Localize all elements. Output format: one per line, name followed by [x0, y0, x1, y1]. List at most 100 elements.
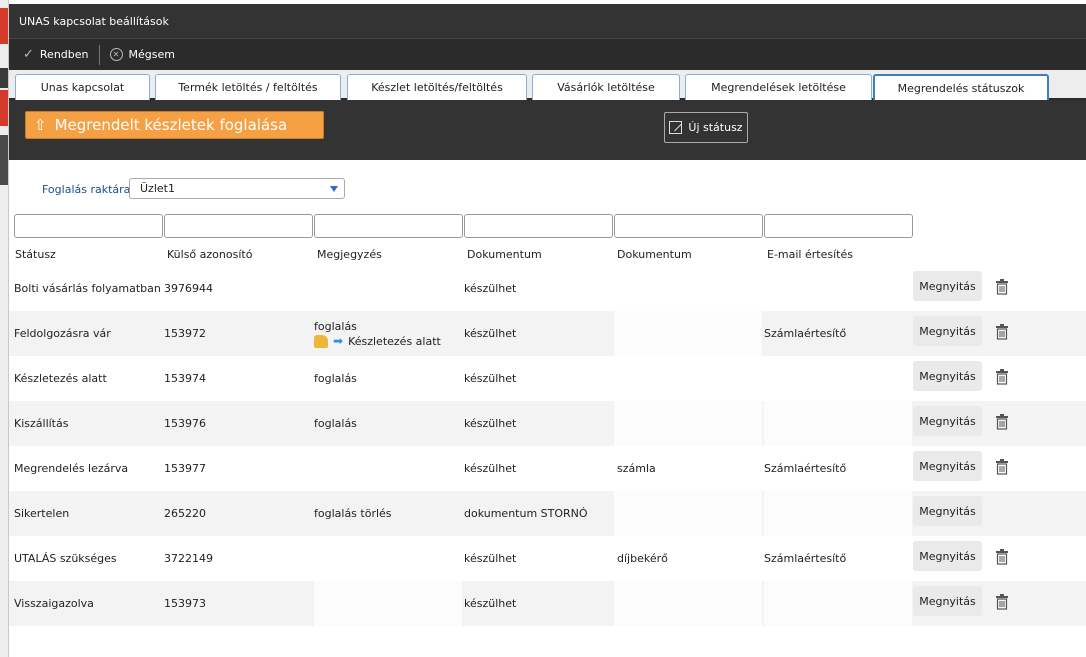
filter-input-external-id[interactable] [164, 214, 313, 238]
note-next-status-label: Készletezés alatt [348, 334, 441, 348]
cell-document: készülhet [464, 282, 517, 295]
cell-status: Kiszállítás [14, 417, 69, 430]
filter-input-email[interactable] [764, 214, 913, 238]
reserve-stock-button[interactable]: ⇧ Megrendelt készletek foglalása [25, 111, 324, 139]
upload-arrow-icon: ⇧ [34, 116, 47, 134]
filter-input-status[interactable] [14, 214, 163, 238]
trash-icon[interactable] [995, 414, 1009, 430]
table-row[interactable]: Sikertelen 265220 foglalás törlés dokume… [9, 491, 1086, 536]
table-row[interactable]: Bolti vásárlás folyamatban 3976944 készü… [9, 266, 1086, 311]
tab-termek[interactable]: Termék letöltés / feltöltés [155, 74, 341, 100]
tab-megrendeles-statuszok[interactable]: Megrendelés státuszok [873, 74, 1049, 100]
cancel-label: Mégsem [128, 48, 175, 61]
cell-document: készülhet [464, 372, 517, 385]
tab-megrendelesek[interactable]: Megrendelések letöltése [685, 74, 872, 100]
filter-input-document2[interactable] [614, 214, 763, 238]
header-document2[interactable]: Dokumentum [617, 248, 692, 261]
cell-external-id: 3976944 [164, 282, 213, 295]
check-icon: ✓ [23, 47, 34, 62]
hand-icon [314, 334, 328, 348]
cell-status: Sikertelen [14, 507, 70, 520]
cell-external-id: 265220 [164, 507, 206, 520]
trash-icon[interactable] [995, 324, 1009, 340]
cell-document: készülhet [464, 552, 517, 565]
cell-external-id: 3722149 [164, 552, 213, 565]
cell-email: Számlaértesítő [764, 552, 847, 565]
cell-note: foglalás [314, 372, 357, 385]
table-row[interactable]: Kiszállítás 153976 foglalás készülhet Me… [9, 401, 1086, 446]
window-title: UNAS kapcsolat beállítások [19, 14, 169, 28]
filter-row: Foglalás raktára: : Üzlet1 [9, 178, 1086, 202]
background-app-strip [0, 0, 9, 657]
cell-status: Megrendelés lezárva [14, 462, 129, 475]
cell-external-id: 153972 [164, 327, 206, 340]
new-status-button[interactable]: Új státusz [664, 112, 748, 143]
table-row[interactable]: Megrendelés lezárva 153977 készülhet szá… [9, 446, 1086, 491]
cell-status: Feldolgozásra vár [14, 327, 111, 340]
cell-status: UTALÁS szükséges [14, 552, 117, 565]
cell-note: foglalás ➡ Készletezés alatt [314, 311, 441, 356]
cell-note: foglalás [314, 417, 357, 430]
close-circle-icon: ✕ [109, 48, 123, 61]
dialog-window: UNAS kapcsolat beállítások ✓ Rendben ✕ M… [9, 4, 1086, 657]
table-row[interactable]: Készletezés alatt 153974 foglalás készül… [9, 356, 1086, 401]
open-button[interactable]: Megnyitás [913, 406, 982, 436]
open-button[interactable]: Megnyitás [913, 451, 982, 481]
table-row[interactable]: UTALÁS szükséges 3722149 készülhet díjbe… [9, 536, 1086, 581]
cell-document: készülhet [464, 417, 517, 430]
header-external-id[interactable]: Külső azonosító [167, 248, 252, 261]
cancel-button[interactable]: ✕ Mégsem [109, 48, 175, 61]
cell-document: dokumentum STORNÓ [464, 507, 588, 520]
tab-unas-kapcsolat[interactable]: Unas kapcsolat [15, 74, 150, 100]
cell-status: Készletezés alatt [14, 372, 107, 385]
trash-icon[interactable] [995, 369, 1009, 385]
cell-document2: díjbekérő [617, 552, 668, 565]
edit-icon [669, 121, 683, 134]
header-note[interactable]: Megjegyzés [317, 248, 382, 261]
table-row[interactable]: Visszaigazolva 153973 készülhet Megnyitá… [9, 581, 1086, 626]
action-panel: ⇧ Megrendelt készletek foglalása Új stát… [9, 100, 1086, 160]
table-row[interactable]: Feldolgozásra vár 153972 foglalás ➡ Kész… [9, 311, 1086, 356]
tab-bar: Unas kapcsolat Termék letöltés / feltölt… [9, 70, 1086, 100]
warehouse-select[interactable]: Üzlet1 [129, 178, 345, 199]
trash-icon[interactable] [995, 594, 1009, 610]
new-status-label: Új státusz [688, 121, 743, 134]
note-text: foglalás [314, 319, 357, 333]
open-button[interactable]: Megnyitás [913, 271, 982, 301]
status-table: Bolti vásárlás folyamatban 3976944 készü… [9, 266, 1086, 626]
open-button[interactable]: Megnyitás [913, 496, 982, 526]
ok-button[interactable]: ✓ Rendben [23, 47, 89, 62]
header-status[interactable]: Státusz [15, 248, 56, 261]
column-filter-row [9, 214, 1086, 240]
cell-external-id: 153976 [164, 417, 206, 430]
cell-status: Visszaigazolva [14, 597, 94, 610]
cell-document2: számla [617, 462, 656, 475]
tab-vasarlok[interactable]: Vásárlók letöltése [532, 74, 680, 100]
open-button[interactable]: Megnyitás [913, 541, 982, 571]
ok-label: Rendben [39, 48, 89, 61]
filter-input-note[interactable] [314, 214, 463, 238]
filter-input-document[interactable] [464, 214, 613, 238]
tab-keszlet[interactable]: Készlet letöltés/feltöltés [347, 74, 527, 100]
arrow-right-icon: ➡ [333, 333, 344, 348]
open-button[interactable]: Megnyitás [913, 316, 982, 346]
cell-email: Számlaértesítő [764, 462, 847, 475]
header-email[interactable]: E-mail értesítés [767, 248, 853, 261]
trash-icon[interactable] [995, 459, 1009, 475]
open-button[interactable]: Megnyitás [913, 586, 982, 616]
cell-external-id: 153973 [164, 597, 206, 610]
warehouse-selected: Üzlet1 [140, 182, 175, 195]
open-button[interactable]: Megnyitás [913, 361, 982, 391]
title-bar: UNAS kapcsolat beállítások [9, 4, 1086, 38]
cell-status: Bolti vásárlás folyamatban [14, 282, 161, 295]
cell-document: készülhet [464, 327, 517, 340]
cell-note: foglalás törlés [314, 507, 392, 520]
toolbar-separator [98, 44, 100, 65]
dropdown-arrow-icon [330, 186, 338, 192]
trash-icon[interactable] [995, 279, 1009, 295]
header-document[interactable]: Dokumentum [467, 248, 542, 261]
table-header: Státusz Külső azonosító Megjegyzés Dokum… [9, 244, 1086, 266]
cell-external-id: 153974 [164, 372, 206, 385]
cell-email: Számlaértesítő [764, 327, 847, 340]
trash-icon[interactable] [995, 549, 1009, 565]
